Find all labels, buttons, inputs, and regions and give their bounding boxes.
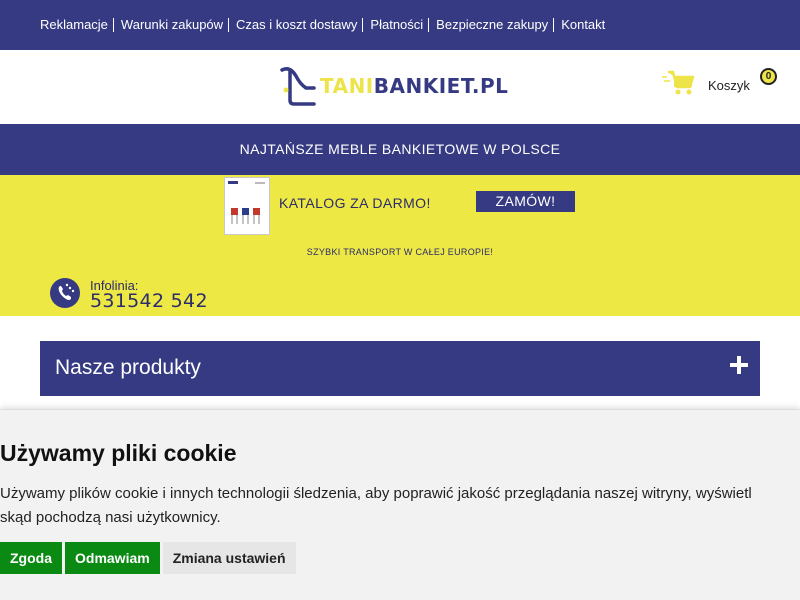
- shopping-cart-icon: [662, 70, 695, 95]
- cookie-title: Używamy pliki cookie: [0, 440, 237, 466]
- tagline-text: NAJTAŃSZE MEBLE BANKIETOWE W POLSCE: [239, 141, 561, 157]
- logo-mark-icon: [280, 67, 316, 106]
- catalog-promo-text: KATALOG ZA DARMO!: [279, 195, 431, 211]
- nav-divider: [553, 18, 555, 32]
- nav-link-kontakt[interactable]: Kontakt: [561, 17, 605, 33]
- transport-text: SZYBKI TRANSPORT W CAŁEJ EUROPIE!: [306, 247, 494, 257]
- nav-divider: [362, 18, 364, 32]
- hotline-number[interactable]: 531542 542: [90, 290, 208, 312]
- nav-link-reklamacje[interactable]: Reklamacje: [40, 17, 108, 33]
- cookie-description: Używamy plików cookie i innych technolog…: [0, 485, 752, 526]
- nav-link-platnosci[interactable]: Płatności: [370, 17, 423, 33]
- products-title: Nasze produkty: [55, 356, 201, 379]
- tagline-banner: NAJTAŃSZE MEBLE BANKIETOWE W POLSCE: [0, 124, 800, 175]
- cookie-banner: Używamy pliki cookie Używamy plików cook…: [0, 409, 800, 600]
- site-logo[interactable]: TANIBANKIET.PL: [280, 66, 508, 106]
- cart-button[interactable]: Koszyk 0: [662, 66, 782, 100]
- top-bar: Reklamacje Warunki zakupów Czas i koszt …: [0, 0, 800, 50]
- cookie-buttons: Zgoda Odmawiam Zmiana ustawień: [0, 542, 299, 574]
- nav-divider: [228, 18, 230, 32]
- cart-count-badge: 0: [760, 68, 777, 85]
- promo-section: KATALOG ZA DARMO! ZAMÓW! SZYBKI TRANSPOR…: [0, 175, 800, 316]
- logo-text: TANIBANKIET.PL: [320, 74, 509, 98]
- cart-label: Koszyk: [708, 78, 750, 93]
- cookie-accept-button[interactable]: Zgoda: [0, 542, 62, 574]
- phone-icon: [50, 278, 80, 308]
- nav-divider: [112, 18, 114, 32]
- site-header: TANIBANKIET.PL Koszyk 0: [0, 50, 800, 124]
- catalog-cover-image: [228, 181, 265, 224]
- order-catalog-button[interactable]: ZAMÓW!: [476, 191, 575, 212]
- nav-link-bezpieczne-zakupy[interactable]: Bezpieczne zakupy: [436, 17, 548, 33]
- products-accordion[interactable]: Nasze produkty: [40, 341, 760, 396]
- nav-divider: [428, 18, 430, 32]
- catalog-thumbnail[interactable]: [224, 177, 270, 235]
- cookie-reject-button[interactable]: Odmawiam: [65, 542, 160, 574]
- nav-link-czas-dostawy[interactable]: Czas i koszt dostawy: [236, 17, 357, 33]
- plus-icon: [730, 356, 748, 374]
- cookie-settings-button[interactable]: Zmiana ustawień: [162, 542, 296, 574]
- top-nav: Reklamacje Warunki zakupów Czas i koszt …: [40, 17, 605, 33]
- nav-link-warunki-zakupow[interactable]: Warunki zakupów: [121, 17, 223, 33]
